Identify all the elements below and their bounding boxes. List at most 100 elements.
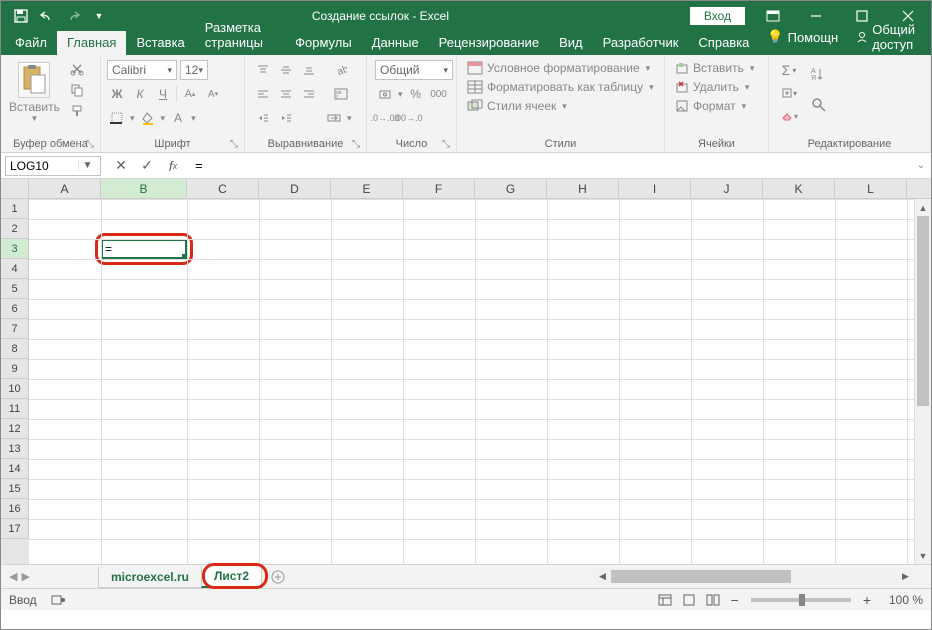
align-right-button[interactable] <box>299 84 319 104</box>
font-launcher[interactable]: ⤡ <box>230 139 238 150</box>
increase-font-button[interactable]: A▴ <box>180 84 200 104</box>
row-header-10[interactable]: 10 <box>1 379 29 399</box>
underline-button[interactable]: Ч <box>153 84 173 104</box>
row-header-11[interactable]: 11 <box>1 399 29 419</box>
format-cells-button[interactable]: Формат▾ <box>675 98 754 114</box>
name-box-dropdown[interactable]: ▼ <box>78 160 96 171</box>
tab-home[interactable]: Главная <box>57 31 126 55</box>
zoom-in-button[interactable]: + <box>863 592 871 608</box>
row-header-13[interactable]: 13 <box>1 439 29 459</box>
tab-file[interactable]: Файл <box>5 31 57 55</box>
conditional-formatting-button[interactable]: Условное форматирование▾ <box>467 60 654 76</box>
decrease-indent-button[interactable] <box>253 108 273 128</box>
delete-cells-button[interactable]: Удалить▾ <box>675 79 754 95</box>
row-header-17[interactable]: 17 <box>1 519 29 539</box>
row-header-7[interactable]: 7 <box>1 319 29 339</box>
scroll-down-button[interactable]: ▼ <box>915 547 931 564</box>
login-button[interactable]: Вход <box>690 7 745 25</box>
name-box-input[interactable] <box>6 159 78 173</box>
cut-button[interactable] <box>66 60 88 78</box>
row-header-2[interactable]: 2 <box>1 219 29 239</box>
italic-button[interactable]: К <box>130 84 150 104</box>
align-top-button[interactable] <box>253 60 273 80</box>
zoom-out-button[interactable]: − <box>731 592 739 608</box>
save-button[interactable] <box>9 4 33 28</box>
formula-input[interactable] <box>189 158 911 173</box>
format-painter-button[interactable] <box>66 102 88 120</box>
find-select-button[interactable] <box>805 91 833 119</box>
orientation-button[interactable]: ab <box>331 60 351 80</box>
cancel-formula-button[interactable]: ✕ <box>109 156 133 176</box>
vertical-scrollbar[interactable]: ▲ ▼ <box>914 199 931 564</box>
normal-view-button[interactable] <box>653 591 677 609</box>
tab-help[interactable]: Справка <box>688 31 759 55</box>
add-sheet-button[interactable] <box>267 566 289 588</box>
column-header-A[interactable]: A <box>29 179 101 198</box>
paste-button[interactable]: Вставить ▼ <box>5 58 64 123</box>
font-color-button[interactable]: A <box>168 108 188 128</box>
column-header-J[interactable]: J <box>691 179 763 198</box>
active-cell-B3[interactable]: = <box>101 239 187 259</box>
column-header-G[interactable]: G <box>475 179 547 198</box>
column-header-F[interactable]: F <box>403 179 475 198</box>
number-launcher[interactable]: ⤡ <box>442 139 450 150</box>
column-header-E[interactable]: E <box>331 179 403 198</box>
row-header-4[interactable]: 4 <box>1 259 29 279</box>
row-header-8[interactable]: 8 <box>1 339 29 359</box>
percent-button[interactable]: % <box>406 84 426 104</box>
align-left-button[interactable] <box>253 84 273 104</box>
row-header-3[interactable]: 3 <box>1 239 29 259</box>
sort-filter-button[interactable]: AЯ <box>805 60 833 88</box>
expand-formula-bar[interactable]: ⌄ <box>911 160 931 171</box>
sheet-tab-1[interactable]: microexcel.ru <box>98 567 202 588</box>
column-header-D[interactable]: D <box>259 179 331 198</box>
name-box[interactable]: ▼ <box>5 156 101 176</box>
insert-cells-button[interactable]: Вставить▾ <box>675 60 754 76</box>
align-center-button[interactable] <box>276 84 296 104</box>
share-button[interactable]: Общий доступ <box>850 19 921 55</box>
row-header-14[interactable]: 14 <box>1 459 29 479</box>
zoom-thumb[interactable] <box>799 594 805 606</box>
row-header-12[interactable]: 12 <box>1 419 29 439</box>
sheet-nav-next[interactable]: ▶ <box>21 570 29 583</box>
column-header-K[interactable]: K <box>763 179 835 198</box>
tell-me-search[interactable]: 💡 Помощн <box>759 26 846 48</box>
align-bottom-button[interactable] <box>299 60 319 80</box>
tab-data[interactable]: Данные <box>362 31 429 55</box>
row-header-1[interactable]: 1 <box>1 199 29 219</box>
zoom-slider[interactable] <box>751 598 851 602</box>
autosum-button[interactable]: Σ▾ <box>779 60 799 80</box>
format-as-table-button[interactable]: Форматировать как таблицу▾ <box>467 79 654 95</box>
row-header-6[interactable]: 6 <box>1 299 29 319</box>
font-size-combo[interactable]: 12▾ <box>180 60 208 80</box>
align-middle-button[interactable] <box>276 60 296 80</box>
sheet-nav-prev[interactable]: ◀ <box>9 570 17 583</box>
wrap-text-button[interactable]: abc <box>331 84 351 104</box>
row-header-15[interactable]: 15 <box>1 479 29 499</box>
vscroll-thumb[interactable] <box>917 216 929 406</box>
column-header-I[interactable]: I <box>619 179 691 198</box>
column-header-L[interactable]: L <box>835 179 907 198</box>
cell-styles-button[interactable]: Стили ячеек▾ <box>467 98 654 114</box>
alignment-launcher[interactable]: ⤡ <box>352 139 360 150</box>
zoom-level[interactable]: 100 % <box>877 593 923 607</box>
tab-review[interactable]: Рецензирование <box>429 31 549 55</box>
tab-view[interactable]: Вид <box>549 31 593 55</box>
enter-formula-button[interactable]: ✓ <box>135 156 159 176</box>
clear-button[interactable]: ▾ <box>779 106 799 126</box>
decrease-decimal-button[interactable]: .00→.0 <box>398 108 418 128</box>
horizontal-scrollbar[interactable]: ◀ ▶ <box>594 568 914 585</box>
insert-function-button[interactable]: fx <box>161 156 185 176</box>
scroll-left-button[interactable]: ◀ <box>594 568 611 585</box>
number-format-combo[interactable]: Общий▾ <box>375 60 453 80</box>
row-header-9[interactable]: 9 <box>1 359 29 379</box>
undo-button[interactable] <box>35 4 59 28</box>
decrease-font-button[interactable]: A▾ <box>203 84 223 104</box>
border-button[interactable] <box>107 108 127 128</box>
sheet-tab-2[interactable]: Лист2 <box>201 566 262 588</box>
select-all-corner[interactable] <box>1 179 29 198</box>
font-name-combo[interactable]: Calibri▾ <box>107 60 177 80</box>
page-layout-view-button[interactable] <box>677 591 701 609</box>
redo-button[interactable] <box>61 4 85 28</box>
comma-button[interactable]: 000 <box>429 84 449 104</box>
